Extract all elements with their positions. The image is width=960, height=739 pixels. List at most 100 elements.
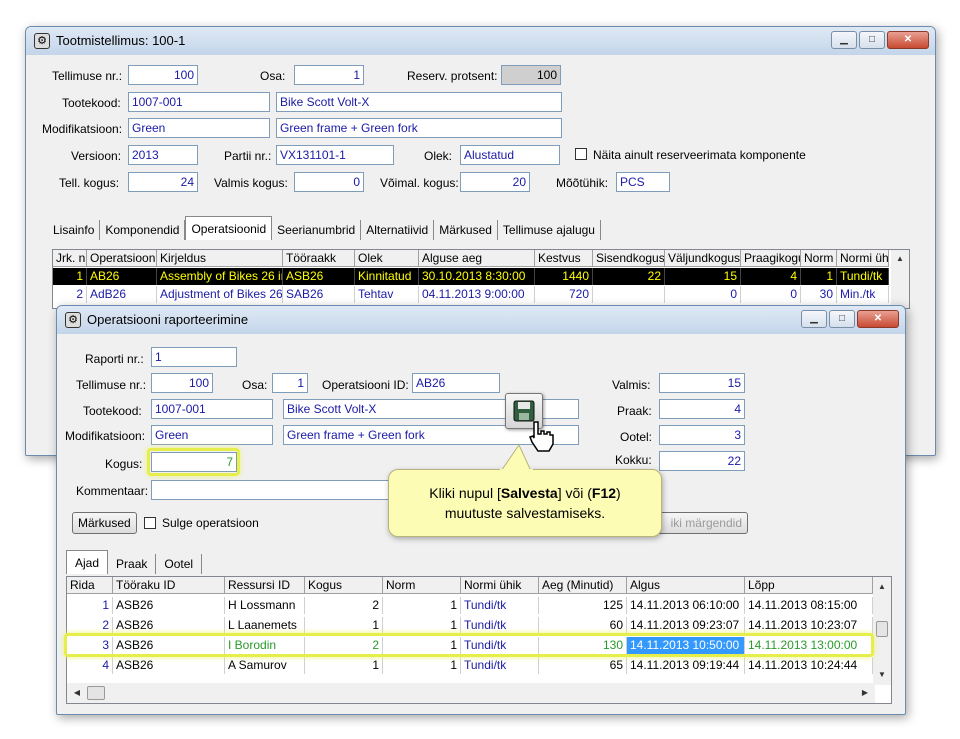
cell: Adjustment of Bikes 26 in [157, 286, 283, 303]
cell: Kinnitatud [355, 268, 419, 285]
version-field[interactable]: 2013 [128, 145, 198, 165]
table-row[interactable]: 1 ASB26 H Lossmann 2 1 Tundi/tk 125 14.1… [67, 597, 873, 614]
scroll-up-icon[interactable]: ▲ [892, 251, 908, 267]
cell: 4 [741, 268, 801, 285]
col-header[interactable]: Tööraakk [283, 250, 355, 267]
col-header[interactable]: Norm [383, 577, 461, 594]
col-header[interactable]: Tööraku ID [113, 577, 225, 594]
tab-markused[interactable]: Märkused [434, 220, 498, 240]
scroll-up-icon[interactable]: ▲ [874, 579, 890, 595]
modification-desc-field[interactable]: Green frame + Green fork [276, 118, 562, 138]
col-header[interactable]: Aeg (Minutid) [539, 577, 627, 594]
times-grid-header: Rida Tööraku ID Ressursi ID Kogus Norm N… [67, 577, 873, 594]
cell: SAB26 [283, 286, 355, 303]
col-header[interactable]: Praagikogus [741, 250, 801, 267]
tab-alternatiivid[interactable]: Alternatiivid [361, 220, 435, 240]
col-header[interactable]: Kirjeldus [157, 250, 283, 267]
col-header[interactable]: Väljundkogus [665, 250, 741, 267]
table-row[interactable]: 2 ASB26 L Laanemets 1 1 Tundi/tk 60 14.1… [67, 617, 873, 634]
times-grid-vscroll[interactable]: ▲ ▼ [873, 577, 891, 685]
col-header[interactable]: Lõpp [745, 577, 873, 594]
scroll-right-icon[interactable]: ▶ [857, 685, 873, 701]
product-code-field[interactable]: 1007-001 [128, 92, 270, 112]
tab-operatsioonid[interactable]: Operatsioonid [185, 216, 273, 240]
status-field[interactable]: Alustatud [460, 145, 560, 165]
col-header[interactable]: Rida [67, 577, 113, 594]
operations-grid: Jrk. nr. Operatsiooni ID Kirjeldus Tööra… [52, 249, 910, 309]
batch-field[interactable]: VX131101-1 [276, 145, 394, 165]
report-no-field[interactable]: 1 [151, 347, 237, 367]
possible-qty-field[interactable]: 20 [460, 172, 530, 192]
tab-praak[interactable]: Praak [108, 554, 157, 574]
col-header[interactable]: Operatsiooni ID [87, 250, 157, 267]
cell: Tundi/tk [837, 268, 889, 285]
times-grid-hscroll[interactable]: ◀ ▶ [67, 683, 875, 703]
col-header[interactable]: Jrk. nr. [53, 250, 87, 267]
col-header[interactable]: Normi ühik [461, 577, 539, 594]
tab-seerianumbrid[interactable]: Seerianumbrid [272, 220, 362, 240]
table-row[interactable]: 2 AdB26 Adjustment of Bikes 26 in SAB26 … [53, 286, 889, 303]
waiting-field[interactable]: 3 [659, 425, 745, 445]
report-part-field[interactable]: 1 [272, 373, 308, 393]
total-label: Kokku: [615, 453, 652, 467]
scroll-down-icon[interactable]: ▼ [874, 667, 890, 683]
col-header[interactable]: Norm [801, 250, 837, 267]
col-header[interactable]: Normi ühik [837, 250, 889, 267]
minimize-button[interactable]: ▁ [831, 31, 857, 49]
report-order-no-field[interactable]: 100 [151, 373, 213, 393]
report-modification-field[interactable]: Green [151, 425, 273, 445]
close-operation-checkbox[interactable] [144, 517, 156, 529]
table-row[interactable]: 4 ASB26 A Samurov 1 1 Tundi/tk 65 14.11.… [67, 657, 873, 674]
tab-tellimuse-ajalugu[interactable]: Tellimuse ajalugu [498, 220, 601, 240]
operation-id-field[interactable]: AB26 [412, 373, 500, 393]
cell: 14.11.2013 10:24:44 [745, 657, 873, 674]
notes-button[interactable]: Märkused [72, 512, 137, 534]
callout-pointer [500, 443, 533, 471]
product-name-field[interactable]: Bike Scott Volt-X [276, 92, 562, 112]
callout-text-3: ) [616, 485, 621, 501]
scroll-left-icon[interactable]: ◀ [69, 685, 85, 701]
col-header[interactable]: Algus [627, 577, 745, 594]
qty-field[interactable]: 7 [151, 452, 237, 472]
cell: 1 [383, 597, 461, 614]
show-unreserved-checkbox[interactable] [575, 148, 587, 160]
waiting-label: Ootel: [620, 430, 653, 444]
reserve-label: Reserv. protsent: [407, 69, 498, 83]
order-qty-field[interactable]: 24 [128, 172, 198, 192]
total-field[interactable]: 22 [659, 451, 745, 471]
minimize-button[interactable]: ▁ [801, 310, 827, 328]
callout-text-f12: F12 [591, 485, 617, 501]
unit-field[interactable]: PCS [616, 172, 670, 192]
scrap-field[interactable]: 4 [659, 399, 745, 419]
report-order-no-label: Tellimuse nr.: [76, 378, 147, 392]
tab-komponendid[interactable]: Komponendid [100, 220, 186, 240]
done-field[interactable]: 15 [659, 373, 745, 393]
comment-field[interactable] [151, 480, 411, 500]
cell: 1 [305, 617, 383, 634]
report-no-label: Raporti nr.: [85, 352, 144, 366]
modification-field[interactable]: Green [128, 118, 270, 138]
order-no-field[interactable]: 100 [128, 65, 198, 85]
vscroll-thumb[interactable] [876, 621, 888, 637]
part-field[interactable]: 1 [294, 65, 364, 85]
tab-ajad[interactable]: Ajad [66, 550, 109, 574]
col-header[interactable]: Olek [355, 250, 419, 267]
maximize-button[interactable]: □ [829, 310, 855, 328]
col-header[interactable]: Ressursi ID [225, 577, 305, 594]
close-button[interactable]: ✕ [857, 310, 899, 328]
table-row-selected[interactable]: 1 AB26 Assembly of Bikes 26 in ASB26 Kin… [53, 268, 889, 285]
col-header[interactable]: Alguse aeg [419, 250, 535, 267]
callout-text-2: ] või ( [557, 485, 592, 501]
tab-lisainfo[interactable]: Lisainfo [48, 220, 101, 240]
done-qty-field[interactable]: 0 [294, 172, 364, 192]
hscroll-thumb[interactable] [87, 686, 105, 700]
tab-ootel[interactable]: Ootel [156, 554, 203, 574]
close-button[interactable]: ✕ [887, 31, 929, 49]
maximize-button[interactable]: □ [859, 31, 885, 49]
col-header[interactable]: Kogus [305, 577, 383, 594]
operation-id-label: Operatsiooni ID: [322, 378, 409, 392]
operations-grid-scrollbar[interactable]: ▲ [891, 250, 909, 308]
col-header[interactable]: Kestvus [535, 250, 593, 267]
report-product-code-field[interactable]: 1007-001 [151, 399, 273, 419]
col-header[interactable]: Sisendkogus [593, 250, 665, 267]
